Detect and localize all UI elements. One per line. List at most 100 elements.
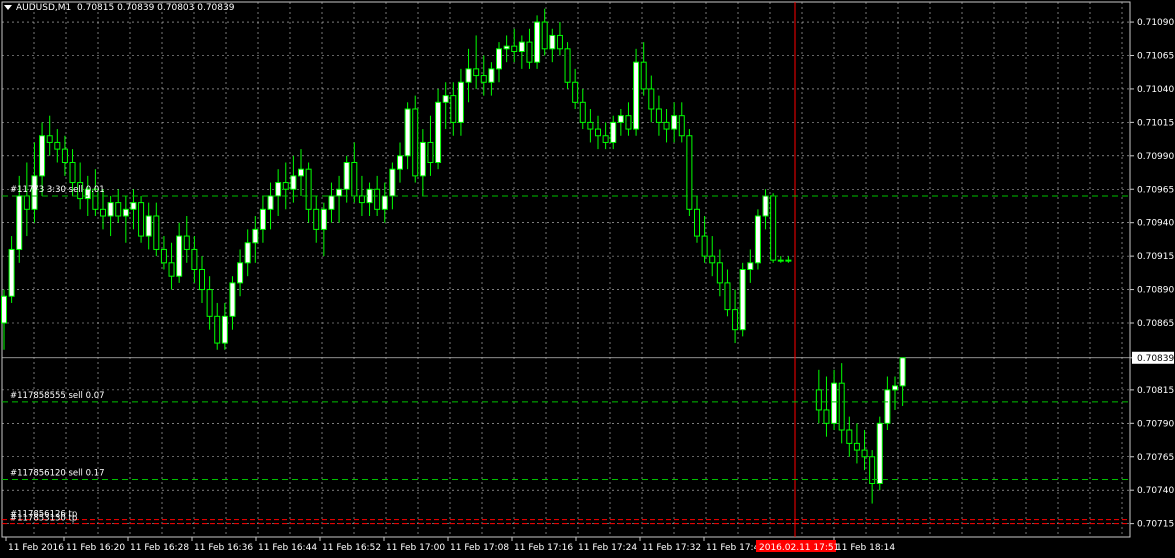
candle-bull[interactable]: [404, 108, 411, 157]
candle-bear[interactable]: [412, 108, 419, 177]
candle-bull[interactable]: [237, 262, 244, 284]
candle-bull[interactable]: [610, 121, 617, 143]
candle-bear[interactable]: [663, 121, 670, 130]
candle-bull[interactable]: [496, 48, 502, 70]
candle-bull[interactable]: [747, 262, 754, 270]
candle-bear[interactable]: [686, 135, 693, 210]
candle-bull[interactable]: [259, 208, 266, 230]
candle-bear[interactable]: [206, 289, 213, 317]
candle-bear[interactable]: [572, 81, 579, 103]
candle-bull[interactable]: [633, 61, 640, 130]
candle-bear[interactable]: [724, 282, 731, 311]
candle-bull[interactable]: [130, 202, 137, 210]
candle-bear[interactable]: [853, 442, 860, 451]
candle-bear[interactable]: [541, 21, 548, 50]
candle-bull[interactable]: [8, 248, 15, 297]
candle-bull[interactable]: [275, 182, 282, 197]
candle-bear[interactable]: [374, 188, 381, 210]
candle-bear[interactable]: [214, 315, 221, 344]
candle-bear[interactable]: [770, 195, 777, 261]
candle-bull[interactable]: [298, 168, 304, 177]
candle-bear[interactable]: [115, 202, 122, 217]
candle-bull[interactable]: [503, 45, 510, 50]
candle-bear[interactable]: [861, 449, 868, 458]
candle-bull[interactable]: [785, 259, 792, 262]
candle-bull[interactable]: [739, 269, 746, 331]
candle-bear[interactable]: [160, 248, 167, 264]
candle-bear[interactable]: [100, 208, 106, 217]
candle-bear[interactable]: [579, 101, 586, 123]
candle-bull[interactable]: [534, 21, 541, 63]
candle-bear[interactable]: [602, 135, 609, 143]
candle-bull[interactable]: [39, 135, 46, 177]
candle-bear[interactable]: [701, 235, 708, 257]
candle-bear[interactable]: [168, 262, 175, 277]
candle-bear[interactable]: [23, 195, 30, 210]
candle-bear[interactable]: [153, 215, 160, 250]
candle-bear[interactable]: [564, 48, 571, 83]
candle-bull[interactable]: [617, 115, 624, 123]
candle-bear[interactable]: [694, 208, 700, 237]
candle-bull[interactable]: [762, 195, 769, 217]
candle-bull[interactable]: [1, 295, 7, 324]
candle-bull[interactable]: [397, 155, 403, 170]
candle-bear[interactable]: [846, 429, 853, 444]
candle-bull[interactable]: [876, 422, 883, 484]
candle-bear[interactable]: [61, 148, 68, 163]
candle-bull[interactable]: [229, 282, 236, 317]
candle-bull[interactable]: [145, 215, 152, 237]
candle-bull[interactable]: [419, 141, 426, 177]
candle-bear[interactable]: [473, 68, 480, 77]
candle-bull[interactable]: [884, 389, 891, 424]
candle-bear[interactable]: [138, 202, 145, 237]
candle-bull[interactable]: [671, 115, 678, 130]
candle-bear[interactable]: [709, 255, 716, 264]
candle-bear[interactable]: [282, 182, 289, 190]
candle-bull[interactable]: [290, 175, 297, 190]
price-chart[interactable]: 0.71090 0.71065 0.71040 0.71015 0.70990 0.709…: [0, 0, 1175, 558]
candle-bear[interactable]: [678, 115, 685, 137]
candle-bull[interactable]: [381, 195, 388, 210]
candle-bull[interactable]: [336, 188, 343, 197]
candle-bull[interactable]: [892, 385, 898, 391]
candle-bear[interactable]: [450, 95, 457, 123]
candle-bear[interactable]: [46, 135, 53, 143]
candle-bull[interactable]: [442, 95, 449, 103]
candle-bear[interactable]: [69, 162, 76, 184]
candle-bull[interactable]: [122, 208, 129, 217]
candle-bear[interactable]: [655, 108, 662, 123]
candle-bear[interactable]: [305, 168, 312, 210]
candle-bear[interactable]: [480, 75, 487, 83]
candle-bull[interactable]: [320, 208, 327, 230]
candle-bull[interactable]: [899, 357, 906, 387]
candle-bear[interactable]: [183, 235, 190, 250]
candle-bear[interactable]: [648, 88, 655, 110]
candle-bear[interactable]: [526, 41, 533, 63]
candle-bull[interactable]: [328, 195, 335, 210]
candle-bear[interactable]: [595, 128, 601, 137]
candle-bull[interactable]: [107, 202, 114, 217]
candle-bull[interactable]: [457, 81, 464, 123]
candle-bull[interactable]: [549, 34, 556, 50]
candle-bear[interactable]: [823, 409, 830, 424]
candle-bear[interactable]: [511, 45, 518, 52]
candle-bear[interactable]: [54, 141, 61, 150]
candle-bear[interactable]: [358, 195, 365, 204]
candle-bear[interactable]: [351, 162, 358, 197]
candle-bull[interactable]: [389, 168, 396, 197]
candle-bull[interactable]: [16, 195, 23, 250]
candle-bear[interactable]: [427, 141, 434, 163]
candle-bull[interactable]: [465, 68, 472, 83]
candle-bear[interactable]: [838, 382, 845, 431]
candle-bull[interactable]: [267, 195, 274, 210]
candle-bull[interactable]: [831, 382, 838, 424]
candle-bear[interactable]: [732, 309, 739, 331]
candle-bull[interactable]: [754, 215, 761, 264]
candle-bear[interactable]: [587, 121, 594, 130]
candle-bear[interactable]: [815, 389, 822, 411]
candle-bear[interactable]: [191, 248, 198, 270]
candle-bear[interactable]: [716, 262, 723, 284]
candle-bull[interactable]: [518, 41, 525, 52]
candle-bear[interactable]: [556, 34, 563, 50]
candle-bear[interactable]: [313, 208, 320, 230]
